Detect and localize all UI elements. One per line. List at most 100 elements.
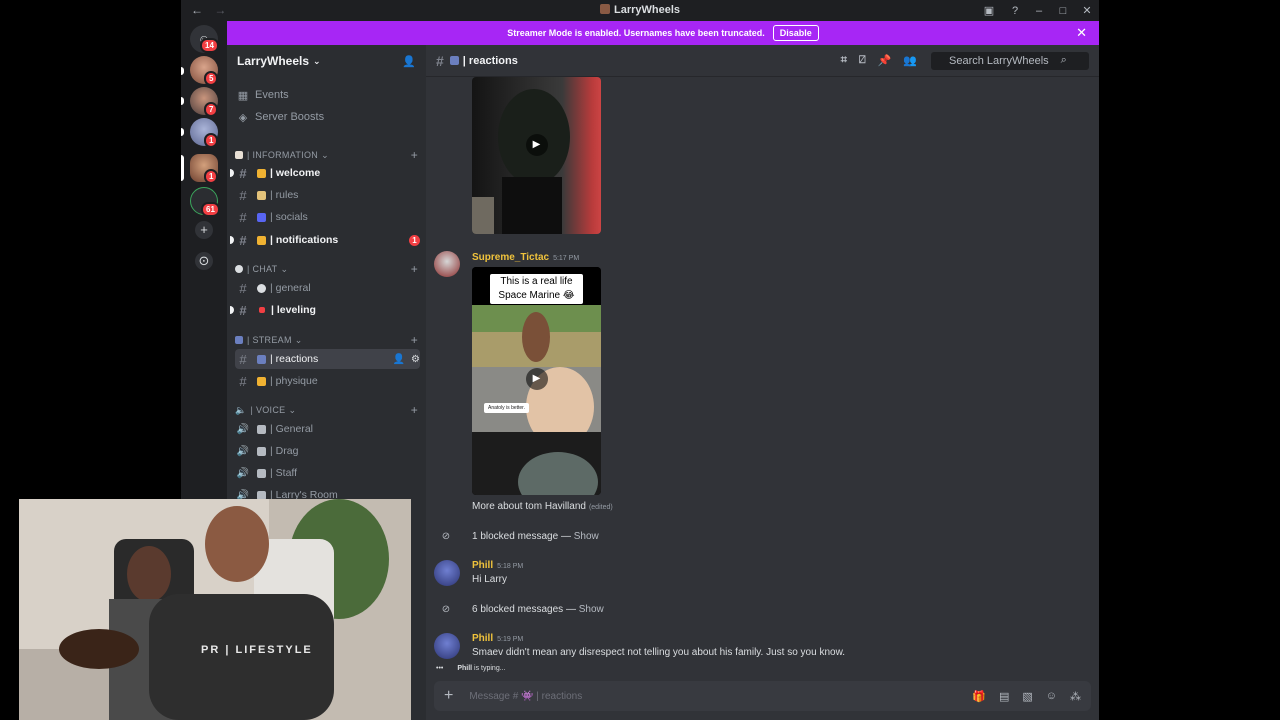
avatar[interactable] [434,633,460,659]
minimize-icon[interactable]: – [1027,5,1051,17]
voice-channel-drag[interactable]: 🔊 | Drag [235,441,420,461]
channel-label: | general [270,282,311,294]
channel-general[interactable]: # | general [235,278,420,298]
close-window-icon[interactable]: ✕ [1075,4,1099,17]
server-avatar-icon [599,4,610,14]
chat-main: # | reactions ⌗ ⍁ 📌 👥 Search LarryWheels… [426,45,1099,720]
channel-reactions[interactable]: # | reactions 👤 ⚙ [235,349,420,369]
channel-leveling[interactable]: # | leveling [230,300,420,320]
show-blocked-link[interactable]: Show [579,604,604,615]
voice-channel-general[interactable]: 🔊 | General [235,419,420,439]
category-label: | INFORMATION [247,150,319,160]
channel-title: | reactions [462,54,518,67]
invite-icon[interactable]: 👤 [393,354,405,365]
add-server-icon[interactable]: + [195,221,213,239]
separator: — [558,531,574,542]
member-list-icon[interactable]: 👥 [903,54,917,67]
channel-welcome[interactable]: # | welcome [230,163,420,183]
explore-servers-icon[interactable]: ⊙ [195,252,213,270]
message-composer[interactable]: + Message # 👾 | reactions 🎁 ▤ ▧ ☺ ⁂ [434,681,1091,711]
play-icon[interactable]: ▶ [525,367,548,390]
speaker-icon: 🔊 [236,423,250,435]
channel-tools: 👤 ⚙ [393,354,420,365]
typing-dots-icon: ••• [436,665,444,672]
create-channel-icon[interactable]: + [411,262,418,276]
speaker-icon: 🔊 [236,445,250,457]
help-icon[interactable]: ? [1003,5,1027,17]
create-channel-icon[interactable]: + [411,148,418,162]
boost-icon: ◈ [238,111,248,124]
avatar[interactable] [434,560,460,586]
sidebar-item-server-boosts[interactable]: ◈ Server Boosts [235,107,420,127]
blocked-icon: ⊘ [441,604,451,615]
unread-indicator [230,306,234,314]
voice-channel-staff[interactable]: 🔊 | Staff [235,463,420,483]
chevron-down-icon: ⌄ [321,149,329,160]
hash-icon: # [239,187,247,203]
unread-indicator [230,236,234,244]
channel-rules[interactable]: # | rules [235,185,420,205]
channel-notifications[interactable]: # | notifications 1 [230,230,420,250]
blocked-icon: ⊘ [441,531,451,542]
invite-people-icon[interactable]: 👤 [402,55,416,68]
video-embed-2[interactable]: This is a real life Space Marine 😂 Anato… [472,267,601,495]
channel-header: # | reactions ⌗ ⍁ 📌 👥 Search LarryWheels… [426,45,1099,77]
webcam-overlay: PR | LIFESTYLE [19,499,411,720]
sidebar-item-events[interactable]: ▦ Events [235,85,420,105]
search-input[interactable]: Search LarryWheels ⌕ [931,51,1089,70]
channel-label: | General [270,423,313,435]
message-author[interactable]: Supreme_Tictac 5:17 PM [472,252,579,263]
separator: — [563,604,579,615]
play-icon[interactable]: ▶ [525,133,548,156]
server-badge-2: 7 [204,102,219,117]
triangle-emoji-icon [259,307,265,313]
message-author[interactable]: Phill 5:18 PM [472,560,523,571]
sticker-icon[interactable]: ▧ [1022,690,1032,703]
category-chat[interactable]: | CHAT ⌄ + [235,261,418,277]
create-channel-icon[interactable]: + [411,333,418,347]
category-information[interactable]: | INFORMATION ⌄ + [235,147,418,163]
speaker-emoji-icon [257,446,266,456]
channel-socials[interactable]: # | socials [235,207,420,227]
maximize-icon[interactable]: □ [1051,5,1075,17]
category-stream[interactable]: | STREAM ⌄ + [235,332,418,348]
hash-icon: # [239,280,247,296]
apps-icon[interactable]: ⁂ [1070,690,1081,703]
message-text: Smaev didn't mean any disrespect not tel… [472,647,846,658]
chevron-down-icon: ⌄ [313,55,321,66]
composer-tools: 🎁 ▤ ▧ ☺ ⁂ [959,690,1081,703]
gif-icon[interactable]: ▤ [999,690,1009,703]
create-channel-icon[interactable]: + [411,403,418,417]
speech-emoji-icon [257,283,266,293]
emoji-icon[interactable]: ☺ [1046,690,1057,703]
category-voice[interactable]: 🔈 | VOICE ⌄ + [235,402,418,418]
typing-user: Phill [457,665,473,672]
inbox-icon[interactable]: ▣ [975,4,1003,17]
threads-icon[interactable]: ⌗ [841,54,847,67]
streamer-mode-banner: Streamer Mode is enabled. Usernames have… [227,21,1099,45]
channel-physique[interactable]: # | physique [235,371,420,391]
notifications-muted-icon[interactable]: ⍁ [859,54,866,67]
server-header[interactable]: LarryWheels ⌄ 👤 [227,45,426,77]
gear-icon[interactable]: ⚙ [411,354,420,365]
attach-plus-icon[interactable]: + [444,687,453,705]
chevron-down-icon: ⌄ [280,263,289,274]
pin-icon[interactable]: 📌 [878,54,892,67]
gift-icon[interactable]: 🎁 [972,690,986,703]
message-input[interactable]: Message # 👾 | reactions [469,691,582,702]
speaker-emoji-icon: 🔈 [235,404,247,415]
server-badge-3: 1 [204,133,219,148]
channel-label: | notifications [270,234,339,246]
window-controls: ▣ ? – □ ✕ [975,0,1099,21]
chevron-down-icon: ⌄ [288,404,297,415]
channel-label: | socials [270,211,308,223]
show-blocked-link[interactable]: Show [574,531,599,542]
category-emoji-icon [235,151,243,159]
close-banner-icon[interactable]: ✕ [1076,25,1087,41]
calendar-icon: ▦ [237,89,249,102]
message-author[interactable]: Phill 5:19 PM [472,633,523,644]
avatar[interactable] [434,251,460,277]
disable-streamer-mode-button[interactable]: Disable [772,25,819,41]
video-embed-1[interactable]: ▶ [472,77,601,234]
chevron-down-icon: ⌄ [294,334,303,345]
